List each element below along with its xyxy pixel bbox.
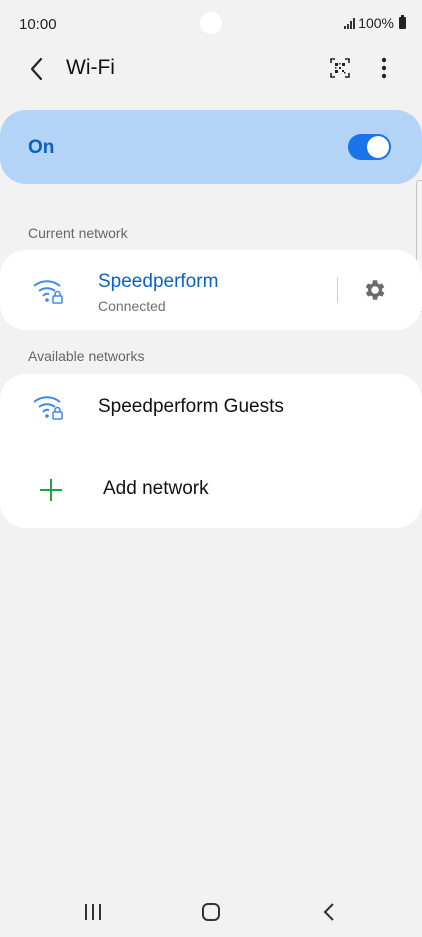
more-vertical-icon	[381, 57, 387, 79]
add-network-row[interactable]: Add network	[0, 456, 422, 522]
available-networks-heading: Available networks	[28, 348, 145, 364]
current-network-card: Speedperform Connected	[0, 250, 422, 330]
available-networks-card: Speedperform Guests Add network	[0, 374, 422, 528]
status-indicators: 100%	[344, 15, 406, 31]
camera-cutout	[200, 12, 222, 34]
status-time: 10:00	[19, 16, 57, 33]
battery-percent: 100%	[358, 15, 394, 31]
add-network-label: Add network	[103, 478, 209, 499]
battery-icon	[399, 15, 406, 29]
app-header: Wi-Fi	[0, 48, 422, 88]
plus-icon	[40, 479, 62, 501]
toggle-knob	[367, 136, 389, 158]
system-nav-bar	[0, 887, 422, 937]
current-network-heading: Current network	[28, 225, 128, 241]
more-options-button[interactable]	[372, 54, 396, 82]
status-bar: 10:00 100%	[0, 0, 422, 48]
wifi-toggle[interactable]	[348, 134, 391, 160]
wifi-master-label: On	[28, 137, 55, 158]
network-name: Speedperform Guests	[98, 396, 284, 417]
qr-scan-button[interactable]	[326, 54, 354, 82]
gear-icon[interactable]	[361, 277, 387, 303]
current-network-row[interactable]: Speedperform Connected	[0, 250, 330, 330]
divider	[337, 277, 338, 303]
page-title: Wi-Fi	[66, 56, 115, 79]
back-button[interactable]	[22, 54, 52, 84]
home-button[interactable]	[191, 897, 231, 927]
qr-code-scan-icon	[330, 58, 350, 78]
recent-apps-icon	[85, 904, 101, 920]
system-back-button[interactable]	[309, 897, 349, 927]
signal-icon	[344, 17, 356, 29]
wifi-locked-icon	[33, 396, 63, 420]
home-icon	[202, 903, 220, 921]
wifi-locked-icon	[33, 280, 63, 304]
chevron-left-icon	[30, 57, 43, 81]
current-network-name: Speedperform	[98, 271, 219, 292]
wifi-settings-screen: 10:00 100% Wi-Fi On Current network Spee…	[0, 0, 422, 937]
wifi-master-switch-row[interactable]: On	[0, 110, 422, 184]
back-arrow-icon	[323, 903, 334, 921]
current-network-status: Connected	[98, 298, 166, 314]
recent-apps-button[interactable]	[73, 897, 113, 927]
network-list-item[interactable]: Speedperform Guests	[0, 374, 422, 440]
